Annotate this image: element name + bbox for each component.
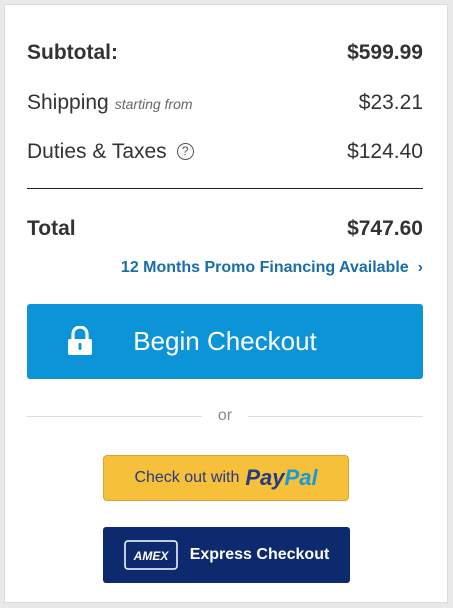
separator-line-right <box>248 415 424 417</box>
amex-express-label: Express Checkout <box>189 546 330 563</box>
duties-row: Duties & Taxes ? $124.40 <box>27 140 423 164</box>
begin-checkout-button[interactable]: Begin Checkout <box>27 304 423 379</box>
paypal-logo: PayPal <box>245 465 317 491</box>
shipping-value: $23.21 <box>358 91 423 114</box>
order-summary-panel: Subtotal: $599.99 Shipping starting from… <box>4 4 448 603</box>
or-label: or <box>217 407 233 424</box>
subtotal-row: Subtotal: $599.99 <box>27 41 423 65</box>
amex-logo-icon: AMEX <box>123 540 178 570</box>
duties-label: Duties & Taxes <box>27 140 167 163</box>
chevron-right-icon: › <box>417 259 423 276</box>
duties-value: $124.40 <box>347 140 423 163</box>
help-icon[interactable]: ? <box>176 142 194 160</box>
separator-line-left <box>27 415 202 417</box>
total-row: Total $747.60 <box>27 217 423 241</box>
begin-checkout-label: Begin Checkout <box>133 326 317 356</box>
total-value: $747.60 <box>347 217 423 240</box>
shipping-row: Shipping starting from $23.21 <box>27 91 423 115</box>
subtotal-value: $599.99 <box>347 41 423 64</box>
subtotal-label: Subtotal: <box>27 41 118 64</box>
or-separator: or <box>27 407 424 425</box>
shipping-note: starting from <box>114 96 193 112</box>
lock-icon <box>68 326 92 355</box>
summary-divider <box>27 188 423 189</box>
shipping-label: Shipping <box>27 91 109 114</box>
paypal-checkout-button[interactable]: Check out with PayPal <box>103 455 349 501</box>
paypal-logo-pal: Pal <box>284 465 318 490</box>
promo-financing-link[interactable]: 12 Months Promo Financing Available › <box>121 259 423 277</box>
paypal-logo-pay: Pay <box>245 465 285 490</box>
duties-label-group: Duties & Taxes ? <box>27 140 194 164</box>
amex-logo-text: AMEX <box>132 549 169 563</box>
paypal-prefix: Check out with <box>134 469 240 486</box>
shipping-label-group: Shipping starting from <box>27 91 193 115</box>
total-label: Total <box>27 217 76 240</box>
amex-express-checkout-button[interactable]: AMEX Express Checkout <box>103 527 350 583</box>
promo-financing-label: 12 Months Promo Financing Available <box>120 259 409 276</box>
